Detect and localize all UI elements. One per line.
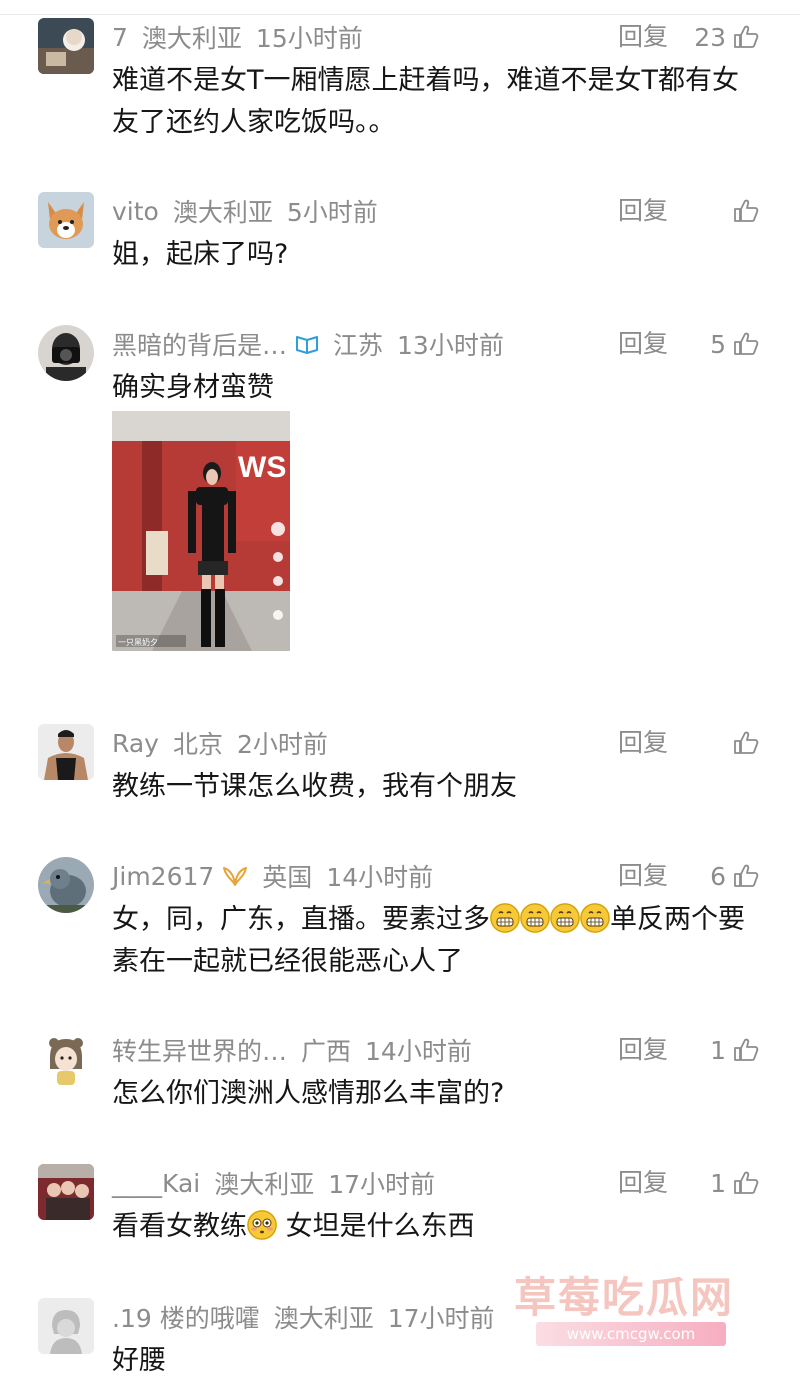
comment-text: 怎么你们澳洲人感情那么丰富的? [112, 1078, 505, 1109]
anime-girl-avatar-icon[interactable] [38, 1031, 94, 1087]
thumbs-up-icon [732, 862, 760, 890]
timestamp: 17小时前 [387, 1304, 495, 1333]
timestamp: 14小时前 [326, 863, 434, 892]
like-count: 1 [710, 1035, 726, 1065]
location: 英国 [262, 863, 313, 892]
like-count: 1 [710, 1168, 726, 1198]
timestamp: 17小时前 [328, 1170, 436, 1199]
corgi-avatar-icon[interactable] [38, 192, 94, 248]
comment-text: 女，同，广东，直播。要素过多 单反两个要素在一起就已经很能恶心人了 [112, 899, 762, 983]
comment-meta: Jim2617 英国 14小时前 [112, 859, 433, 893]
watermark-url: www.cmcgw.com [536, 1322, 726, 1346]
reply-button[interactable]: 回复 [618, 194, 668, 228]
top-divider [0, 14, 800, 15]
timestamp: 5小时前 [286, 198, 378, 227]
thumbs-up-icon [732, 729, 760, 757]
reply-button[interactable]: 回复 [618, 1033, 668, 1067]
bird-avatar-icon[interactable] [38, 857, 94, 913]
comment-text: 教练一节课怎么收费，我有个朋友 [112, 771, 517, 802]
like-button[interactable]: 1 [710, 1033, 760, 1067]
thumbs-up-icon [732, 23, 760, 51]
comment-meta: ____Kai 澳大利亚 17小时前 [112, 1166, 435, 1200]
timestamp: 14小时前 [365, 1037, 472, 1066]
wings-icon [222, 865, 248, 887]
reply-button[interactable]: 回复 [618, 1166, 668, 1200]
video-author-tag: 一只黑奶夕 [118, 637, 158, 647]
comment-text: 姐，起床了吗? [112, 239, 289, 270]
like-button[interactable]: 6 [710, 859, 760, 893]
grin-emoji-icon [520, 903, 550, 933]
reply-button[interactable]: 回复 [618, 859, 668, 893]
flushed-emoji-icon [247, 1210, 277, 1240]
location: 北京 [172, 730, 223, 759]
location: 澳大利亚 [214, 1170, 315, 1199]
group-photo-avatar-icon[interactable] [38, 1164, 94, 1220]
like-button[interactable] [732, 726, 760, 760]
username[interactable]: Jim2617 [112, 862, 214, 891]
comment-meta: 转生异世界的… 广西 14小时前 [112, 1033, 472, 1067]
username[interactable]: 转生异世界的… [112, 1032, 287, 1068]
watermark-title: 草莓吃瓜网 [514, 1273, 735, 1322]
comment-text: 确实身材蛮赞 [112, 372, 274, 403]
comment-text-part: 女，同，广东，直播。要素过多 [112, 904, 490, 935]
timestamp: 2小时前 [236, 730, 328, 759]
thumbs-up-icon [732, 1169, 760, 1197]
thumbs-up-icon [732, 1036, 760, 1064]
comment-text-part: 女坦是什么东西 [277, 1211, 475, 1242]
username[interactable]: 7 [112, 23, 128, 52]
comment-text-part: 看看女教练 [112, 1211, 247, 1242]
like-count: 5 [710, 329, 726, 359]
wall-sign: WS [238, 451, 286, 484]
comment-meta: .19 楼的哦嚯 澳大利亚 17小时前 [112, 1300, 495, 1334]
username[interactable]: ____Kai [112, 1169, 200, 1198]
comment-meta: 黑暗的背后是… 江苏 13小时前 [112, 327, 504, 361]
comment-meta: vito 澳大利亚 5小时前 [112, 194, 378, 228]
like-button[interactable]: 5 [710, 327, 760, 361]
grin-emoji-icon [490, 903, 520, 933]
comment-meta: 7 澳大利亚 15小时前 [112, 20, 363, 54]
username[interactable]: Ray [112, 729, 159, 758]
location: 江苏 [333, 331, 384, 360]
book-icon [295, 334, 319, 354]
comment-meta: Ray 北京 2小时前 [112, 726, 328, 760]
comment-text: 看看女教练 女坦是什么东西 [112, 1206, 762, 1248]
like-count: 6 [710, 861, 726, 891]
thumbs-up-icon [732, 197, 760, 225]
timestamp: 13小时前 [397, 331, 504, 360]
timestamp: 15小时前 [255, 24, 363, 53]
like-button[interactable]: 1 [710, 1166, 760, 1200]
comment-text: 好腰 [112, 1345, 166, 1376]
cartoon-avatar-icon[interactable] [38, 18, 94, 74]
reply-button[interactable]: 回复 [618, 20, 668, 54]
reply-button[interactable]: 回复 [618, 726, 668, 760]
username[interactable]: vito [112, 197, 159, 226]
comment-text: 难道不是女T一厢情愿上赶着吗，难道不是女T都有女友了还约人家吃饭吗。。 [112, 65, 739, 138]
camera-person-avatar-icon[interactable] [38, 325, 94, 381]
grin-emoji-icon [550, 903, 580, 933]
default-avatar-icon[interactable] [38, 1298, 94, 1354]
like-button[interactable]: 23 [694, 20, 760, 54]
fitness-man-avatar-icon[interactable] [38, 724, 94, 780]
like-button[interactable] [732, 194, 760, 228]
thumbs-up-icon [732, 330, 760, 358]
location: 广西 [301, 1037, 352, 1066]
username[interactable]: .19 楼的哦嚯 [112, 1299, 260, 1335]
like-count: 23 [694, 22, 726, 52]
grin-emoji-icon [580, 903, 610, 933]
comment-photo[interactable]: WS 一只黑奶夕 [112, 411, 290, 651]
location: 澳大利亚 [141, 24, 242, 53]
location: 澳大利亚 [172, 198, 273, 227]
reply-button[interactable]: 回复 [618, 327, 668, 361]
location: 澳大利亚 [273, 1304, 374, 1333]
username[interactable]: 黑暗的背后是… [112, 326, 287, 362]
